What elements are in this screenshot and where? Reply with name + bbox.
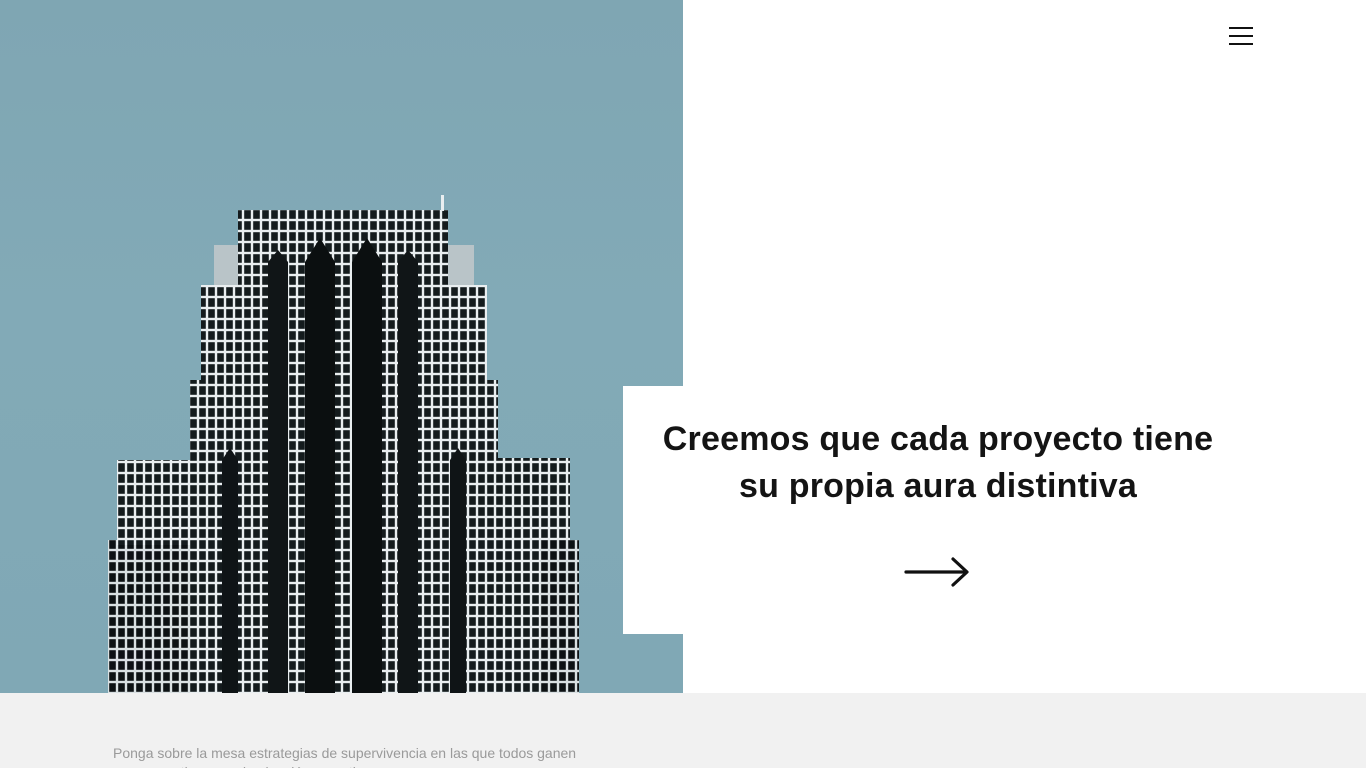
headline-line-2: su propia aura distintiva (739, 467, 1137, 505)
menu-bar (1229, 35, 1253, 37)
page: Creemos que cada proyecto tiene su propi… (0, 0, 1366, 768)
arrow-right-icon[interactable] (904, 554, 972, 595)
menu-bar (1229, 43, 1253, 45)
headline-line-1: Creemos que cada proyecto tiene (662, 420, 1214, 458)
intro-text: Ponga sobre la mesa estrategias de super… (113, 745, 577, 768)
hero-skyscraper-image (0, 0, 683, 693)
arrow-right-svg (904, 557, 969, 587)
hamburger-menu-icon[interactable] (1223, 20, 1259, 52)
headline-card: Creemos que cada proyecto tiene su propi… (623, 386, 1253, 634)
intro-section: Ponga sobre la mesa estrategias de super… (0, 693, 1366, 768)
menu-bar (1229, 27, 1253, 29)
headline: Creemos que cada proyecto tiene su propi… (623, 416, 1253, 510)
skyscraper-illustration (108, 195, 579, 693)
